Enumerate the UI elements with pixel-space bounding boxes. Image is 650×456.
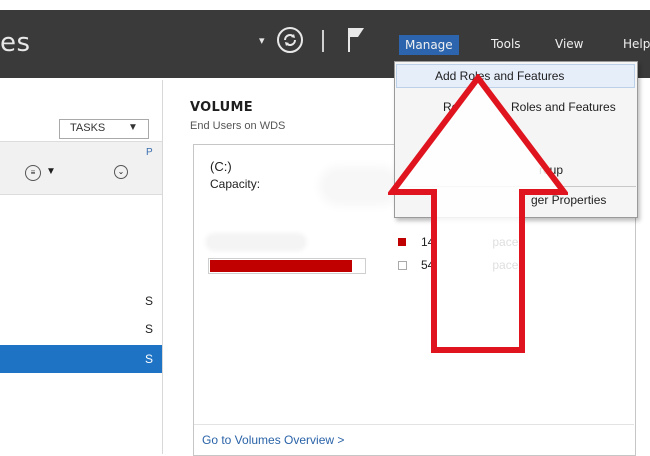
list-item-selected[interactable]: S [145, 352, 153, 366]
left-panel: TASKS ▼ ≡ ▼ ⌄ [0, 80, 163, 454]
volume-title: VOLUME [190, 100, 253, 115]
column-header-p[interactable]: P [146, 147, 153, 158]
menu-manage[interactable]: Manage [399, 35, 459, 55]
redacted-capacity [325, 172, 395, 200]
nav-dropdown-icon[interactable]: ▾ [259, 34, 265, 47]
list-item[interactable]: S [145, 322, 153, 336]
redacted-usage [208, 236, 304, 248]
top-strip [0, 0, 650, 10]
list-view-icon[interactable]: ≡ [25, 165, 41, 181]
tasks-button[interactable]: TASKS ▼ [59, 119, 149, 139]
list-toolbar: ≡ ▼ ⌄ [0, 141, 162, 195]
card-divider [194, 424, 634, 425]
menu-help[interactable]: Help [623, 37, 650, 51]
refresh-icon[interactable] [275, 25, 305, 55]
capacity-label: Capacity: [210, 177, 261, 191]
flag-icon[interactable] [346, 26, 366, 54]
app-title: es [0, 28, 31, 58]
chevron-down-icon: ▼ [128, 122, 138, 133]
expand-icon[interactable]: ⌄ [114, 165, 128, 179]
selected-row[interactable] [0, 345, 162, 373]
tasks-label: TASKS [70, 122, 106, 134]
toolbar-separator [322, 30, 324, 52]
volume-subtitle: End Users on WDS [190, 120, 286, 132]
usage-bar [208, 258, 366, 274]
usage-bar-fill [210, 260, 352, 272]
list-view-dropdown-icon[interactable]: ▼ [46, 166, 56, 177]
drive-label: (C:) [210, 159, 232, 174]
volumes-overview-link[interactable]: Go to Volumes Overview > [202, 433, 344, 447]
menu-tools[interactable]: Tools [491, 37, 521, 51]
arrow-annotation-icon [388, 74, 568, 353]
list-item[interactable]: S [145, 294, 153, 308]
menu-view[interactable]: View [555, 37, 583, 51]
